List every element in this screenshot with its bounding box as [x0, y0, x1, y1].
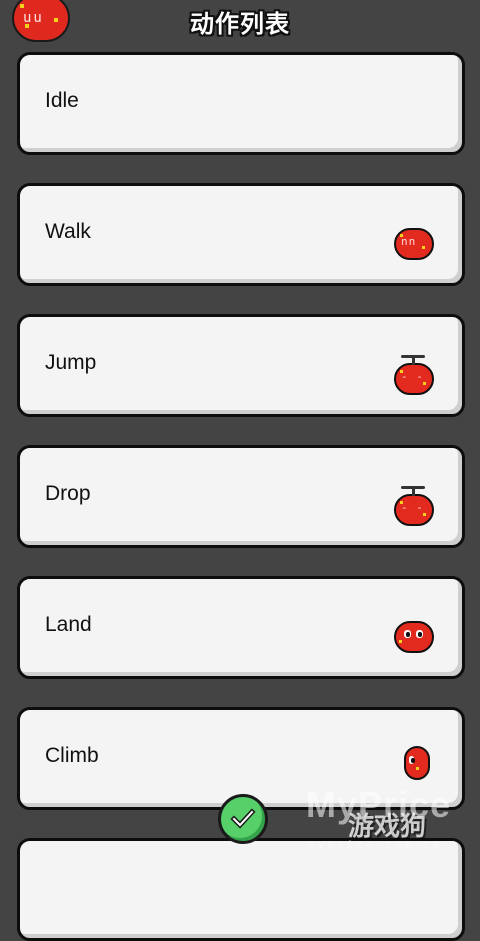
- action-item-jump[interactable]: Jump - -: [17, 314, 465, 417]
- climb-sprite-icon: [404, 746, 430, 780]
- action-item-partial[interactable]: [17, 838, 465, 941]
- action-label: Climb: [45, 744, 99, 767]
- action-label: Idle: [45, 89, 79, 112]
- checkmark-icon: [230, 808, 256, 829]
- jump-sprite-icon: - -: [394, 355, 434, 395]
- page-title: 动作列表: [190, 10, 290, 38]
- action-item-drop[interactable]: Drop - -: [17, 445, 465, 548]
- action-label: Jump: [45, 351, 97, 374]
- land-sprite-icon: [394, 621, 434, 653]
- confirm-button[interactable]: [218, 794, 268, 844]
- action-item-walk[interactable]: Walk nn: [17, 183, 465, 286]
- action-label: Drop: [45, 482, 91, 505]
- action-item-idle[interactable]: Idle: [17, 52, 465, 155]
- watermark-url: myprice.com.cn: [308, 838, 443, 851]
- propeller-icon: [401, 353, 425, 365]
- drop-sprite-icon: - -: [394, 486, 434, 526]
- top-bar: uu 动作列表: [0, 0, 480, 42]
- action-label: Land: [45, 613, 92, 636]
- propeller-icon: [401, 484, 425, 496]
- walk-sprite-icon: nn: [394, 228, 434, 260]
- watermark: MyPrice 游戏狗 myprice.com.cn: [300, 784, 480, 853]
- action-item-land[interactable]: Land: [17, 576, 465, 679]
- action-label: Walk: [45, 220, 91, 243]
